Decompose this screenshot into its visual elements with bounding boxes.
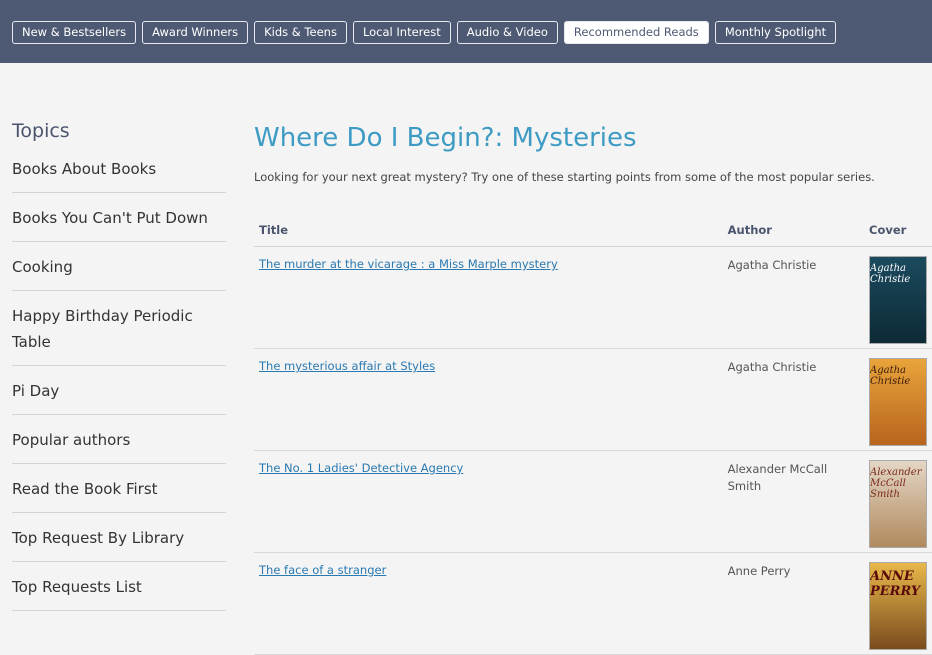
cover-text: Agatha Christie xyxy=(870,263,911,285)
book-author: Anne Perry xyxy=(727,564,791,578)
tab-new-bestsellers[interactable]: New & Bestsellers xyxy=(12,21,137,44)
topic-pi-day[interactable]: Pi Day xyxy=(12,378,226,415)
table-row: The murder at the vicarage : a Miss Marp… xyxy=(254,246,932,349)
table-row: The face of a stranger Anne Perry ANNE P… xyxy=(254,552,932,655)
topic-top-requests-list[interactable]: Top Requests List xyxy=(12,574,226,611)
nav-tabs: New & Bestsellers Award Winners Kids & T… xyxy=(12,21,837,44)
book-author: Agatha Christie xyxy=(727,360,817,374)
book-author: Alexander McCall Smith xyxy=(727,462,828,493)
tab-award-winners[interactable]: Award Winners xyxy=(142,21,249,44)
top-navigation: New & Bestsellers Award Winners Kids & T… xyxy=(0,0,932,63)
book-title-link[interactable]: The face of a stranger xyxy=(259,563,386,577)
tab-audio-video[interactable]: Audio & Video xyxy=(456,21,558,44)
page-title: Where Do I Begin?: Mysteries xyxy=(254,123,637,153)
tab-kids-teens[interactable]: Kids & Teens xyxy=(254,21,347,44)
sidebar-title: Topics xyxy=(12,120,70,142)
topic-read-the-book-first[interactable]: Read the Book First xyxy=(12,476,226,513)
column-header-title: Title xyxy=(254,220,723,247)
topic-popular-authors[interactable]: Popular authors xyxy=(12,427,226,464)
cover-text: Agatha Christie xyxy=(870,365,911,387)
tab-recommended-reads[interactable]: Recommended Reads xyxy=(563,21,709,44)
topic-books-about-books[interactable]: Books About Books xyxy=(12,156,226,193)
tab-monthly-spotlight[interactable]: Monthly Spotlight xyxy=(714,21,837,44)
topic-top-request-by-library[interactable]: Top Request By Library xyxy=(12,525,226,562)
topic-books-you-cant-put-down[interactable]: Books You Can't Put Down xyxy=(12,205,226,242)
book-cover-image[interactable]: Agatha Christie xyxy=(869,256,927,344)
tab-local-interest[interactable]: Local Interest xyxy=(352,21,451,44)
topic-happy-birthday-periodic-table[interactable]: Happy Birthday Periodic Table xyxy=(12,303,226,366)
book-cover-image[interactable]: ANNE PERRY xyxy=(869,562,927,650)
table-header-row: Title Author Cover xyxy=(254,220,932,247)
topic-cooking[interactable]: Cooking xyxy=(12,254,226,291)
book-title-link[interactable]: The murder at the vicarage : a Miss Marp… xyxy=(259,257,558,271)
cover-text: ANNE PERRY xyxy=(870,569,921,599)
topics-sidebar: Topics Books About Books Books You Can't… xyxy=(12,120,226,623)
book-author: Agatha Christie xyxy=(727,258,817,272)
book-title-link[interactable]: The mysterious affair at Styles xyxy=(259,359,435,373)
book-cover-image[interactable]: Agatha Christie xyxy=(869,358,927,446)
column-header-author: Author xyxy=(722,220,864,247)
table-row: The mysterious affair at Styles Agatha C… xyxy=(254,348,932,451)
book-title-link[interactable]: The No. 1 Ladies' Detective Agency xyxy=(259,461,463,475)
main-content: Where Do I Begin?: Mysteries Looking for… xyxy=(254,120,932,655)
intro-text: Looking for your next great mystery? Try… xyxy=(254,170,875,184)
table-row: The No. 1 Ladies' Detective Agency Alexa… xyxy=(254,450,932,553)
book-cover-image[interactable]: Alexander McCall Smith xyxy=(869,460,927,548)
books-table: Title Author Cover The murder at the vic… xyxy=(254,220,932,655)
cover-text: Alexander McCall Smith xyxy=(870,467,922,500)
column-header-cover: Cover xyxy=(864,220,932,247)
